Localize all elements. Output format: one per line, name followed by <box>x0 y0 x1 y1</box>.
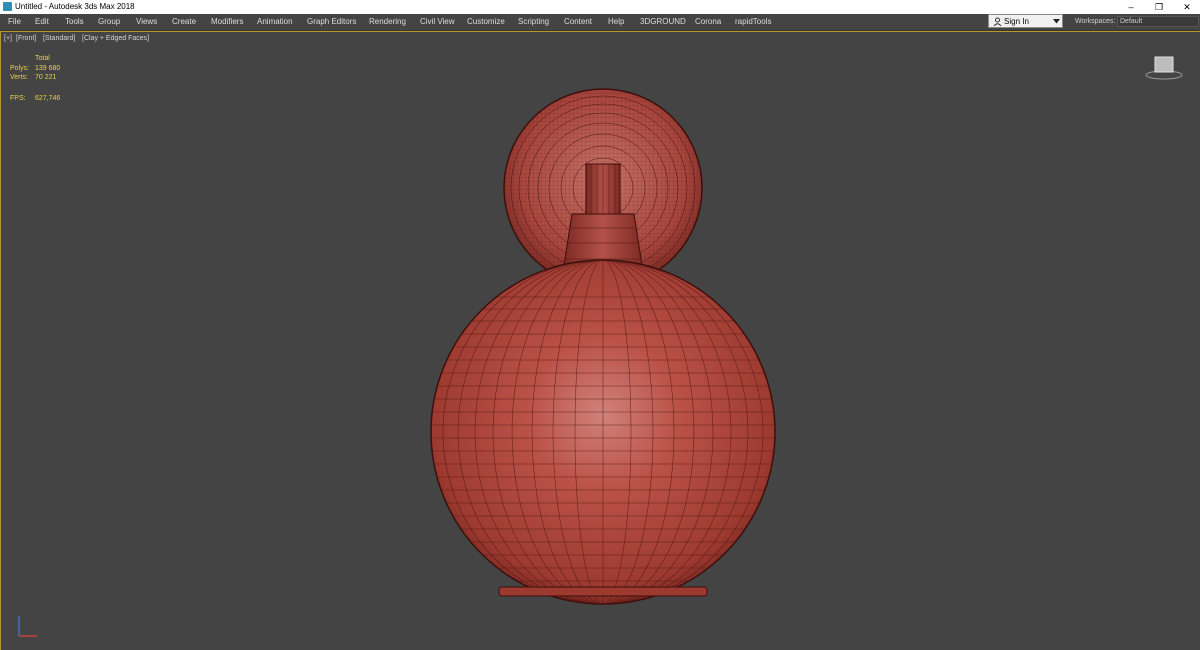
viewcube-icon[interactable] <box>1145 54 1183 80</box>
axis-tripod-icon <box>18 616 37 637</box>
menu-file[interactable]: File <box>8 14 21 30</box>
menu-rapidtools[interactable]: rapidTools <box>735 14 771 30</box>
workspaces-value: Default <box>1120 18 1143 25</box>
menu-help[interactable]: Help <box>608 14 624 30</box>
3dsmax-app-icon[interactable] <box>3 2 12 11</box>
scene-render <box>430 88 776 605</box>
menu-group[interactable]: Group <box>98 14 120 30</box>
menu-rendering[interactable]: Rendering <box>369 14 406 30</box>
menu-animation[interactable]: Animation <box>257 14 293 30</box>
front-viewport[interactable]: [+] [Front] [Standard] [Clay + Edged Fac… <box>0 31 1200 650</box>
menu-corona[interactable]: Corona <box>695 14 721 30</box>
menu-scripting[interactable]: Scripting <box>518 14 549 30</box>
workspaces-label: Workspaces: <box>1075 18 1116 25</box>
stopper-stem <box>585 163 621 215</box>
window-title: Untitled - Autodesk 3ds Max 2018 <box>15 2 135 11</box>
menu-3dground[interactable]: 3DGROUND <box>640 14 686 30</box>
close-button[interactable]: ✕ <box>1174 0 1200 14</box>
menu-views[interactable]: Views <box>136 14 157 30</box>
menu-content[interactable]: Content <box>564 14 592 30</box>
menu-tools[interactable]: Tools <box>65 14 84 30</box>
bottle-body <box>430 259 776 605</box>
chevron-down-icon <box>1053 19 1060 24</box>
menu-modifiers[interactable]: Modifiers <box>211 14 243 30</box>
title-bar: Untitled - Autodesk 3ds Max 2018 – ❐ ✕ <box>0 0 1200 14</box>
sign-in-dropdown[interactable]: Sign In <box>988 14 1063 28</box>
user-icon <box>993 17 1002 26</box>
menu-civil-view[interactable]: Civil View <box>420 14 455 30</box>
menu-graph-editors[interactable]: Graph Editors <box>307 14 356 30</box>
menu-customize[interactable]: Customize <box>467 14 505 30</box>
menu-create[interactable]: Create <box>172 14 196 30</box>
sign-in-label: Sign In <box>1004 17 1029 26</box>
menu-edit[interactable]: Edit <box>35 14 49 30</box>
restore-button[interactable]: ❐ <box>1146 0 1172 14</box>
workspaces-select[interactable]: Default <box>1117 16 1199 27</box>
minimize-button[interactable]: – <box>1118 0 1144 14</box>
